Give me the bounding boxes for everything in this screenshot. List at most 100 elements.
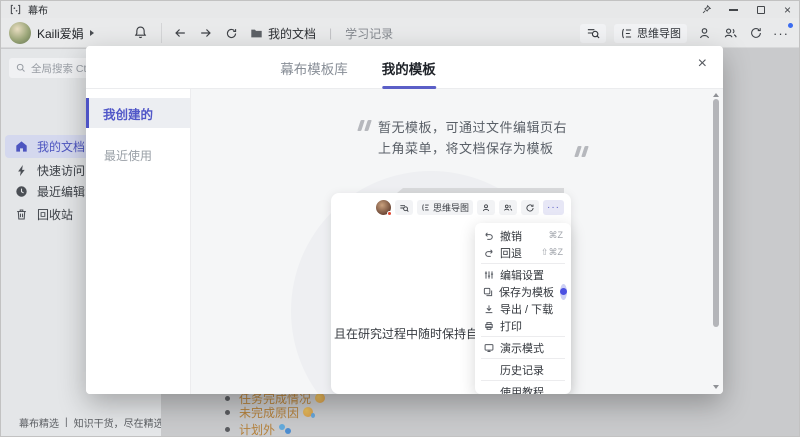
breadcrumb[interactable]: 我的文档 (250, 25, 316, 42)
menu-item-save-as-template: 保存为模板 (475, 283, 571, 300)
forward-button[interactable] (199, 26, 213, 40)
sync-icon (525, 203, 535, 213)
download-icon (483, 304, 494, 314)
window-controls: × (693, 1, 800, 18)
mini-toolbar: 思维导图 ··· (376, 200, 564, 215)
person-icon (481, 203, 491, 213)
pin-window-button[interactable] (693, 1, 720, 18)
modal-side-panel: 我创建的 最近使用 (86, 89, 191, 394)
people-icon (723, 26, 738, 41)
menu-divider (481, 380, 565, 381)
template-icon (483, 287, 493, 297)
mini-avatar (376, 200, 391, 215)
person-icon (697, 26, 712, 41)
user-name: Kaili爱娟 (37, 25, 84, 42)
mindmap-button[interactable]: 思维导图 (614, 24, 687, 43)
menu-item-print: 打印 (475, 317, 571, 334)
more-menu-button[interactable]: ··· (773, 27, 789, 40)
mini-search-button (395, 200, 413, 215)
menu-divider (481, 263, 565, 264)
quote-close-icon (576, 146, 586, 157)
empty-state-message: 暂无模板，可通过文件编辑页右 上角菜单，将文档保存为模板 (359, 117, 586, 159)
mini-share-button (499, 200, 517, 215)
clock-icon (15, 185, 28, 198)
presentation-icon (483, 343, 494, 353)
account-menu[interactable]: Kaili爱娟 (9, 21, 94, 45)
tab-template-library[interactable]: 幕布模板库 (280, 46, 348, 89)
mini-more-menu-button: ··· (543, 200, 564, 215)
footer-divider: | (65, 417, 68, 428)
minimize-button[interactable] (720, 1, 747, 18)
maximize-button[interactable] (747, 1, 774, 18)
search-icon (399, 203, 409, 213)
modal-close-button[interactable]: × (698, 56, 707, 72)
mindmap-icon (620, 27, 633, 40)
highlight-pointer-ring (560, 284, 567, 300)
redo-icon (483, 248, 494, 258)
people-icon (503, 203, 513, 213)
caret-right-icon (90, 30, 94, 36)
mindmap-label: 思维导图 (637, 25, 681, 41)
more-dots-icon: ··· (547, 203, 560, 213)
header-divider (161, 23, 162, 43)
mini-mindmap-button: 思维导图 (417, 200, 473, 215)
back-button[interactable] (173, 26, 187, 40)
mini-collaborator-button (477, 200, 495, 215)
window-title: 幕布 (28, 2, 48, 17)
menu-item-redo: 回退 ⇧⌘Z (475, 244, 571, 261)
sync-icon (749, 26, 763, 40)
doc-bullet-row[interactable]: 计划外 (225, 422, 291, 436)
mini-dropdown-menu: 撤销 ⌘Z 回退 ⇧⌘Z 编辑 (475, 223, 571, 394)
notifications-bell-icon[interactable] (133, 25, 148, 40)
doc-bullet-row[interactable]: 未完成原因 (225, 405, 313, 419)
app-header: Kaili爱娟 我的文档 | 学习记录 (1, 18, 800, 48)
menu-item-export-download: 导出 / 下载 (475, 300, 571, 317)
breadcrumb-separator: | (329, 26, 332, 40)
printer-icon (483, 321, 494, 331)
footer-brand: 幕布精选 (19, 415, 59, 430)
scrollbar-down-arrow[interactable] (713, 385, 719, 389)
os-titlebar: 幕布 × (1, 1, 800, 18)
modal-header: 幕布模板库 我的模板 × (86, 46, 723, 89)
crying-face-emoji (303, 407, 313, 417)
sliders-icon (483, 270, 494, 280)
share-button[interactable] (721, 24, 739, 43)
quote-open-icon (359, 120, 369, 159)
breadcrumb-folder[interactable]: 我的文档 (268, 25, 316, 42)
close-window-button[interactable]: × (774, 1, 800, 18)
undo-icon (483, 231, 494, 241)
notification-dot (788, 23, 793, 28)
highlight-pointer-dot (560, 288, 567, 295)
panel-item-created-by-me[interactable]: 我创建的 (86, 98, 190, 128)
footer-slogan: 知识干货，尽在精选 (74, 415, 161, 430)
tab-my-templates[interactable]: 我的模板 (382, 46, 436, 89)
modal-tabs: 幕布模板库 我的模板 (280, 46, 436, 89)
refresh-button[interactable] (225, 27, 238, 40)
panel-item-recently-used[interactable]: 最近使用 (86, 143, 190, 167)
search-outline-button[interactable] (580, 24, 606, 43)
mubu-featured-link[interactable]: 幕布精选 | 知识干货，尽在精选 (1, 410, 161, 434)
user-avatar (9, 22, 31, 44)
search-icon (16, 63, 26, 73)
templates-modal: 幕布模板库 我的模板 × 我创建的 最近使用 暂无模板，可通过文件编辑页右 上角… (86, 46, 723, 394)
lightning-icon (15, 164, 28, 177)
nav-bar: 我的文档 | 学习记录 (173, 22, 393, 44)
header-toolbar: 思维导图 ··· (580, 21, 789, 45)
menu-item-edit-settings: 编辑设置 (475, 266, 571, 283)
menu-item-presentation-mode: 演示模式 (475, 339, 571, 356)
empty-line2: 上角菜单，将文档保存为模板 (378, 141, 554, 156)
menu-item-history: 历史记录 (475, 361, 571, 378)
scrollbar-thumb[interactable] (713, 99, 719, 327)
scrollbar-up-arrow[interactable] (713, 93, 719, 97)
collaborator-button[interactable] (695, 24, 713, 43)
mini-mindmap-label: 思维导图 (433, 201, 469, 214)
search-icon (586, 26, 600, 40)
menu-item-tutorial: 使用教程 (475, 383, 571, 394)
home-icon (15, 140, 28, 153)
mini-doc-text: 且在研究过程中随时保持自我批 (334, 325, 484, 342)
bullet-dot (225, 427, 230, 432)
bullet-dot (225, 396, 230, 401)
folder-icon (250, 27, 263, 40)
sync-button[interactable] (747, 24, 765, 43)
modal-body: 暂无模板，可通过文件编辑页右 上角菜单，将文档保存为模板 思维导图 (191, 89, 723, 394)
